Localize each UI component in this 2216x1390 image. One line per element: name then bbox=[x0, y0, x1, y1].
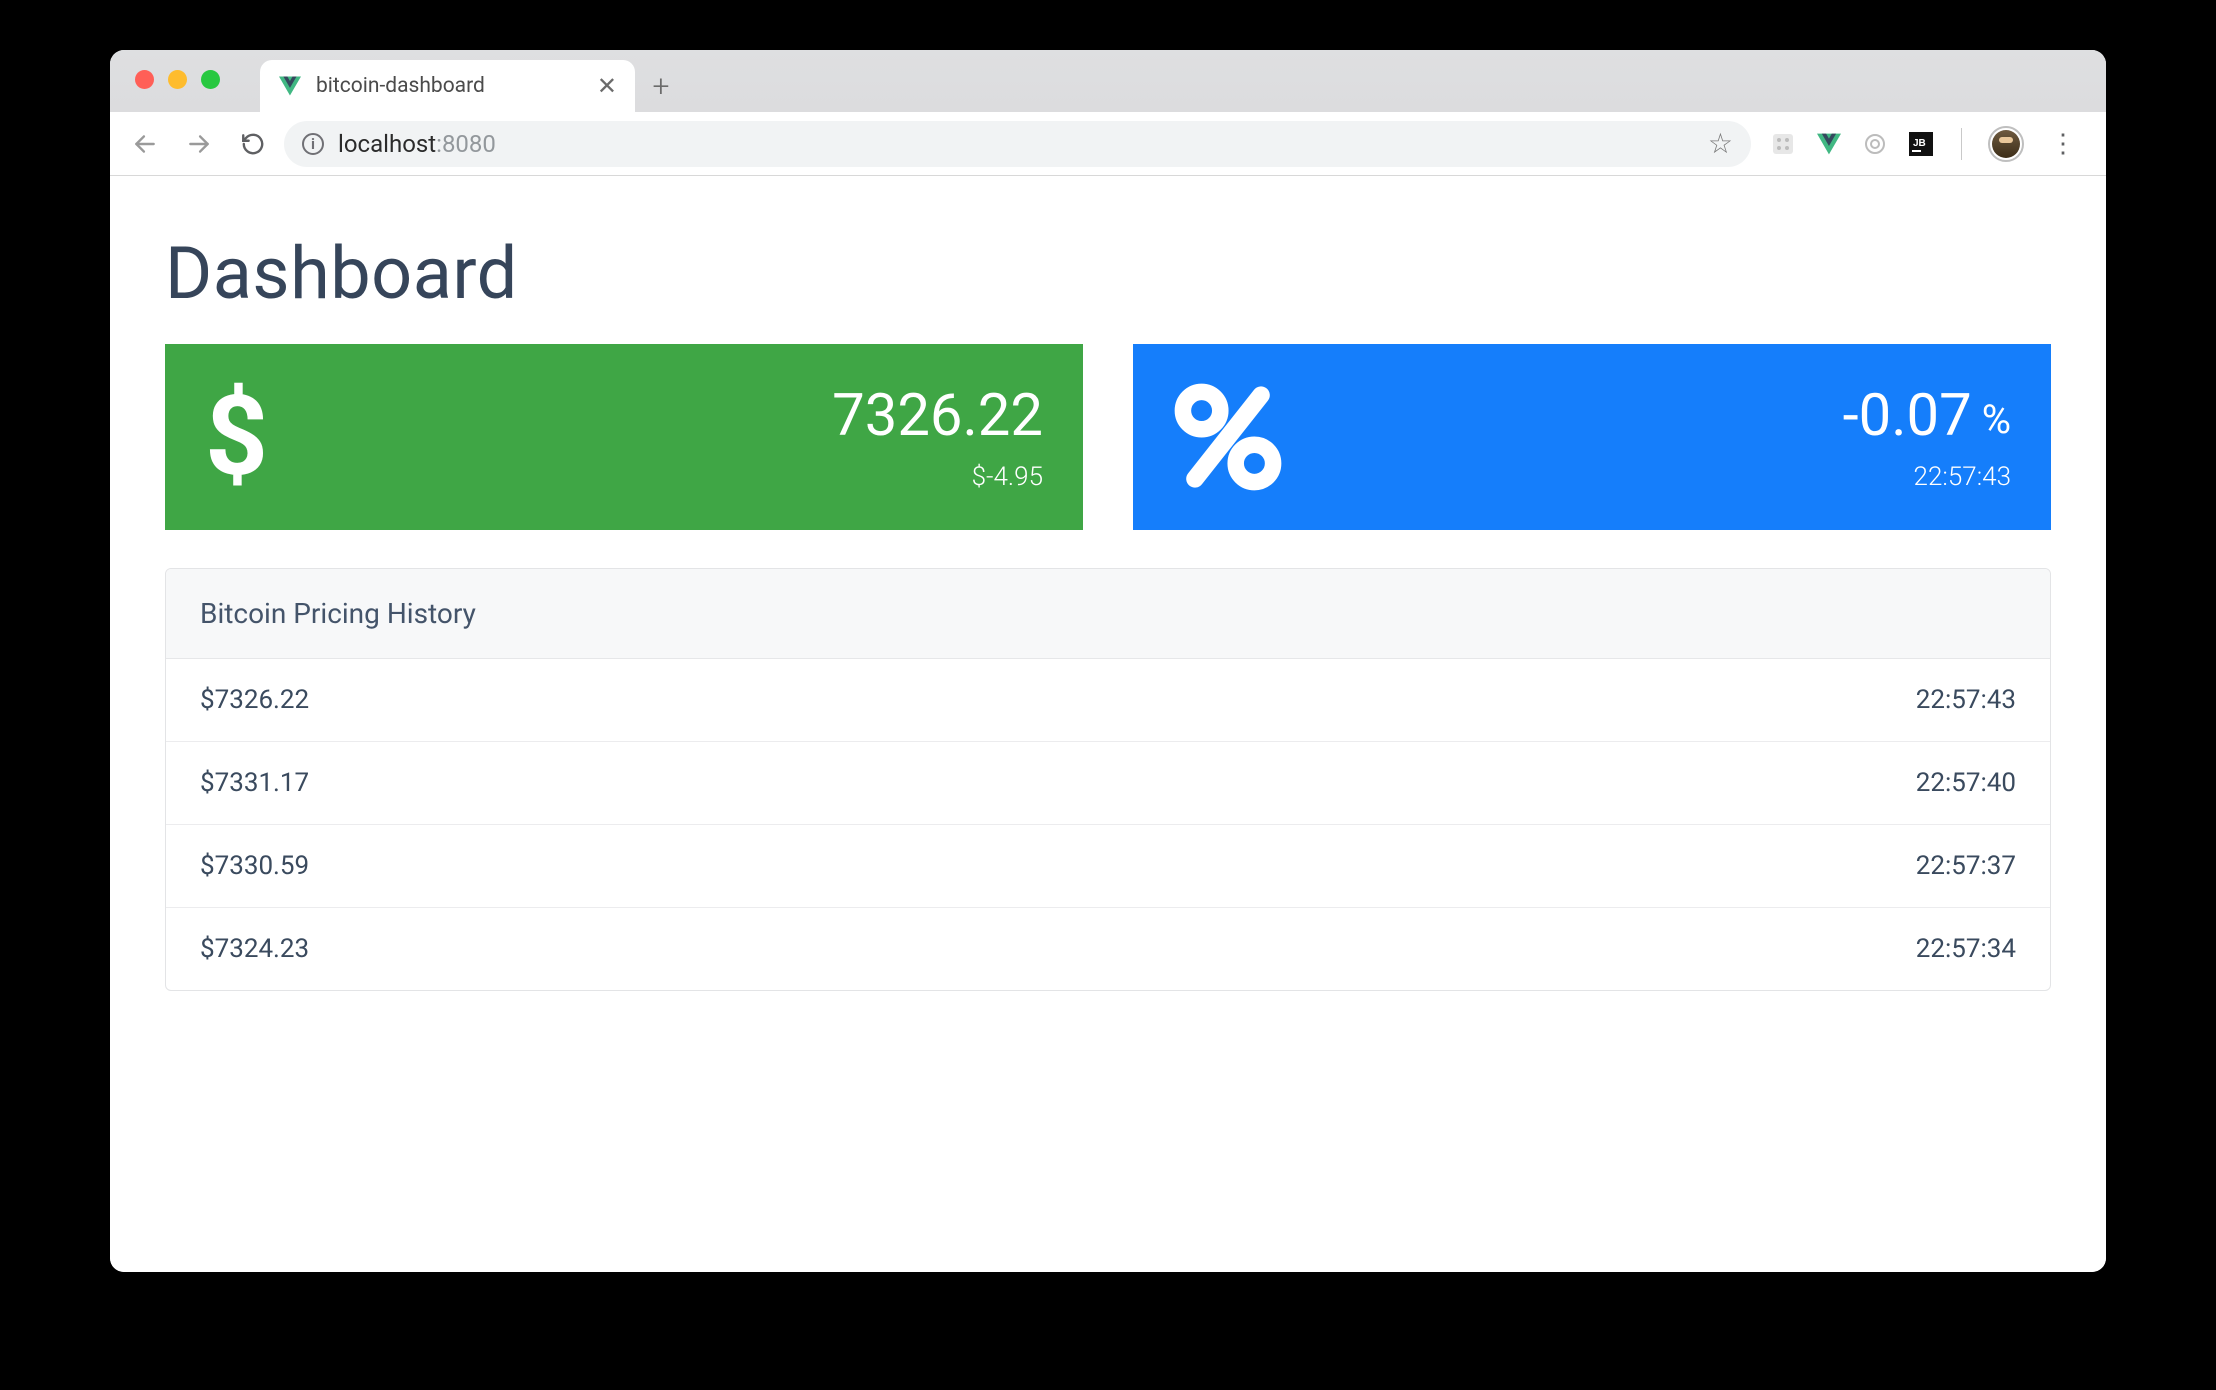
vue-favicon-icon bbox=[278, 74, 302, 98]
tab-strip: bitcoin-dashboard ✕ + bbox=[110, 50, 2106, 112]
history-row: $7326.22 22:57:43 bbox=[166, 659, 2050, 742]
browser-menu-button[interactable]: ⋮ bbox=[2042, 129, 2086, 159]
browser-window: bitcoin-dashboard ✕ + i localhost:8080 ☆ bbox=[110, 50, 2106, 1272]
profile-avatar-button[interactable] bbox=[1988, 126, 2024, 162]
history-price: $7326.22 bbox=[200, 685, 309, 715]
history-row: $7331.17 22:57:40 bbox=[166, 742, 2050, 825]
url-text: localhost:8080 bbox=[338, 130, 496, 158]
history-price: $7331.17 bbox=[200, 768, 309, 798]
percent-card: -0.07% 22:57:43 bbox=[1133, 344, 2051, 530]
price-card: $ 7326.22 $-4.95 bbox=[165, 344, 1083, 530]
url-port: :8080 bbox=[436, 130, 496, 158]
forward-button[interactable] bbox=[176, 121, 222, 167]
history-time: 22:57:40 bbox=[1916, 768, 2016, 798]
browser-toolbar: i localhost:8080 ☆ JB ⋮ bbox=[110, 112, 2106, 176]
dollar-icon: $ bbox=[205, 382, 268, 492]
page-content: Dashboard $ 7326.22 $-4.95 bbox=[110, 176, 2106, 1272]
history-time: 22:57:43 bbox=[1916, 685, 2016, 715]
extensions-row: JB ⋮ bbox=[1769, 126, 2086, 162]
vue-devtools-icon[interactable] bbox=[1815, 130, 1843, 158]
extension-icon[interactable] bbox=[1769, 130, 1797, 158]
extension-icon[interactable] bbox=[1861, 130, 1889, 158]
window-controls bbox=[110, 50, 220, 89]
reload-button[interactable] bbox=[230, 121, 276, 167]
history-row: $7330.59 22:57:37 bbox=[166, 825, 2050, 908]
price-delta: $-4.95 bbox=[832, 462, 1043, 492]
jetbrains-extension-icon[interactable]: JB bbox=[1907, 130, 1935, 158]
minimize-window-button[interactable] bbox=[168, 70, 187, 89]
page-title: Dashboard bbox=[165, 231, 2051, 316]
percent-unit: % bbox=[1982, 396, 2011, 443]
new-tab-button[interactable]: + bbox=[635, 60, 687, 112]
history-time: 22:57:37 bbox=[1916, 851, 2016, 881]
tab-title: bitcoin-dashboard bbox=[316, 74, 583, 98]
browser-tab[interactable]: bitcoin-dashboard ✕ bbox=[260, 60, 635, 112]
history-panel: Bitcoin Pricing History $7326.22 22:57:43… bbox=[165, 568, 2051, 991]
history-price: $7330.59 bbox=[200, 851, 309, 881]
history-rows: $7326.22 22:57:43 $7331.17 22:57:40 $7330.59… bbox=[166, 659, 2050, 990]
close-window-button[interactable] bbox=[135, 70, 154, 89]
svg-text:JB: JB bbox=[1913, 138, 1926, 149]
site-info-icon[interactable]: i bbox=[302, 133, 324, 155]
percent-time: 22:57:43 bbox=[1843, 462, 2011, 492]
history-row: $7324.23 22:57:34 bbox=[166, 908, 2050, 990]
percent-value: -0.07% bbox=[1843, 382, 2011, 450]
summary-cards: $ 7326.22 $-4.95 -0.07% bbox=[165, 344, 2051, 530]
history-time: 22:57:34 bbox=[1916, 934, 2016, 964]
price-value: 7326.22 bbox=[832, 382, 1043, 450]
back-button[interactable] bbox=[122, 121, 168, 167]
close-tab-button[interactable]: ✕ bbox=[597, 74, 617, 98]
percent-icon bbox=[1173, 382, 1283, 492]
percent-number: -0.07 bbox=[1843, 382, 1972, 450]
url-host: localhost bbox=[338, 130, 436, 158]
history-title: Bitcoin Pricing History bbox=[166, 569, 2050, 659]
toolbar-separator bbox=[1961, 128, 1962, 160]
bookmark-star-icon[interactable]: ☆ bbox=[1708, 127, 1733, 160]
history-price: $7324.23 bbox=[200, 934, 309, 964]
address-bar[interactable]: i localhost:8080 ☆ bbox=[284, 121, 1751, 167]
maximize-window-button[interactable] bbox=[201, 70, 220, 89]
